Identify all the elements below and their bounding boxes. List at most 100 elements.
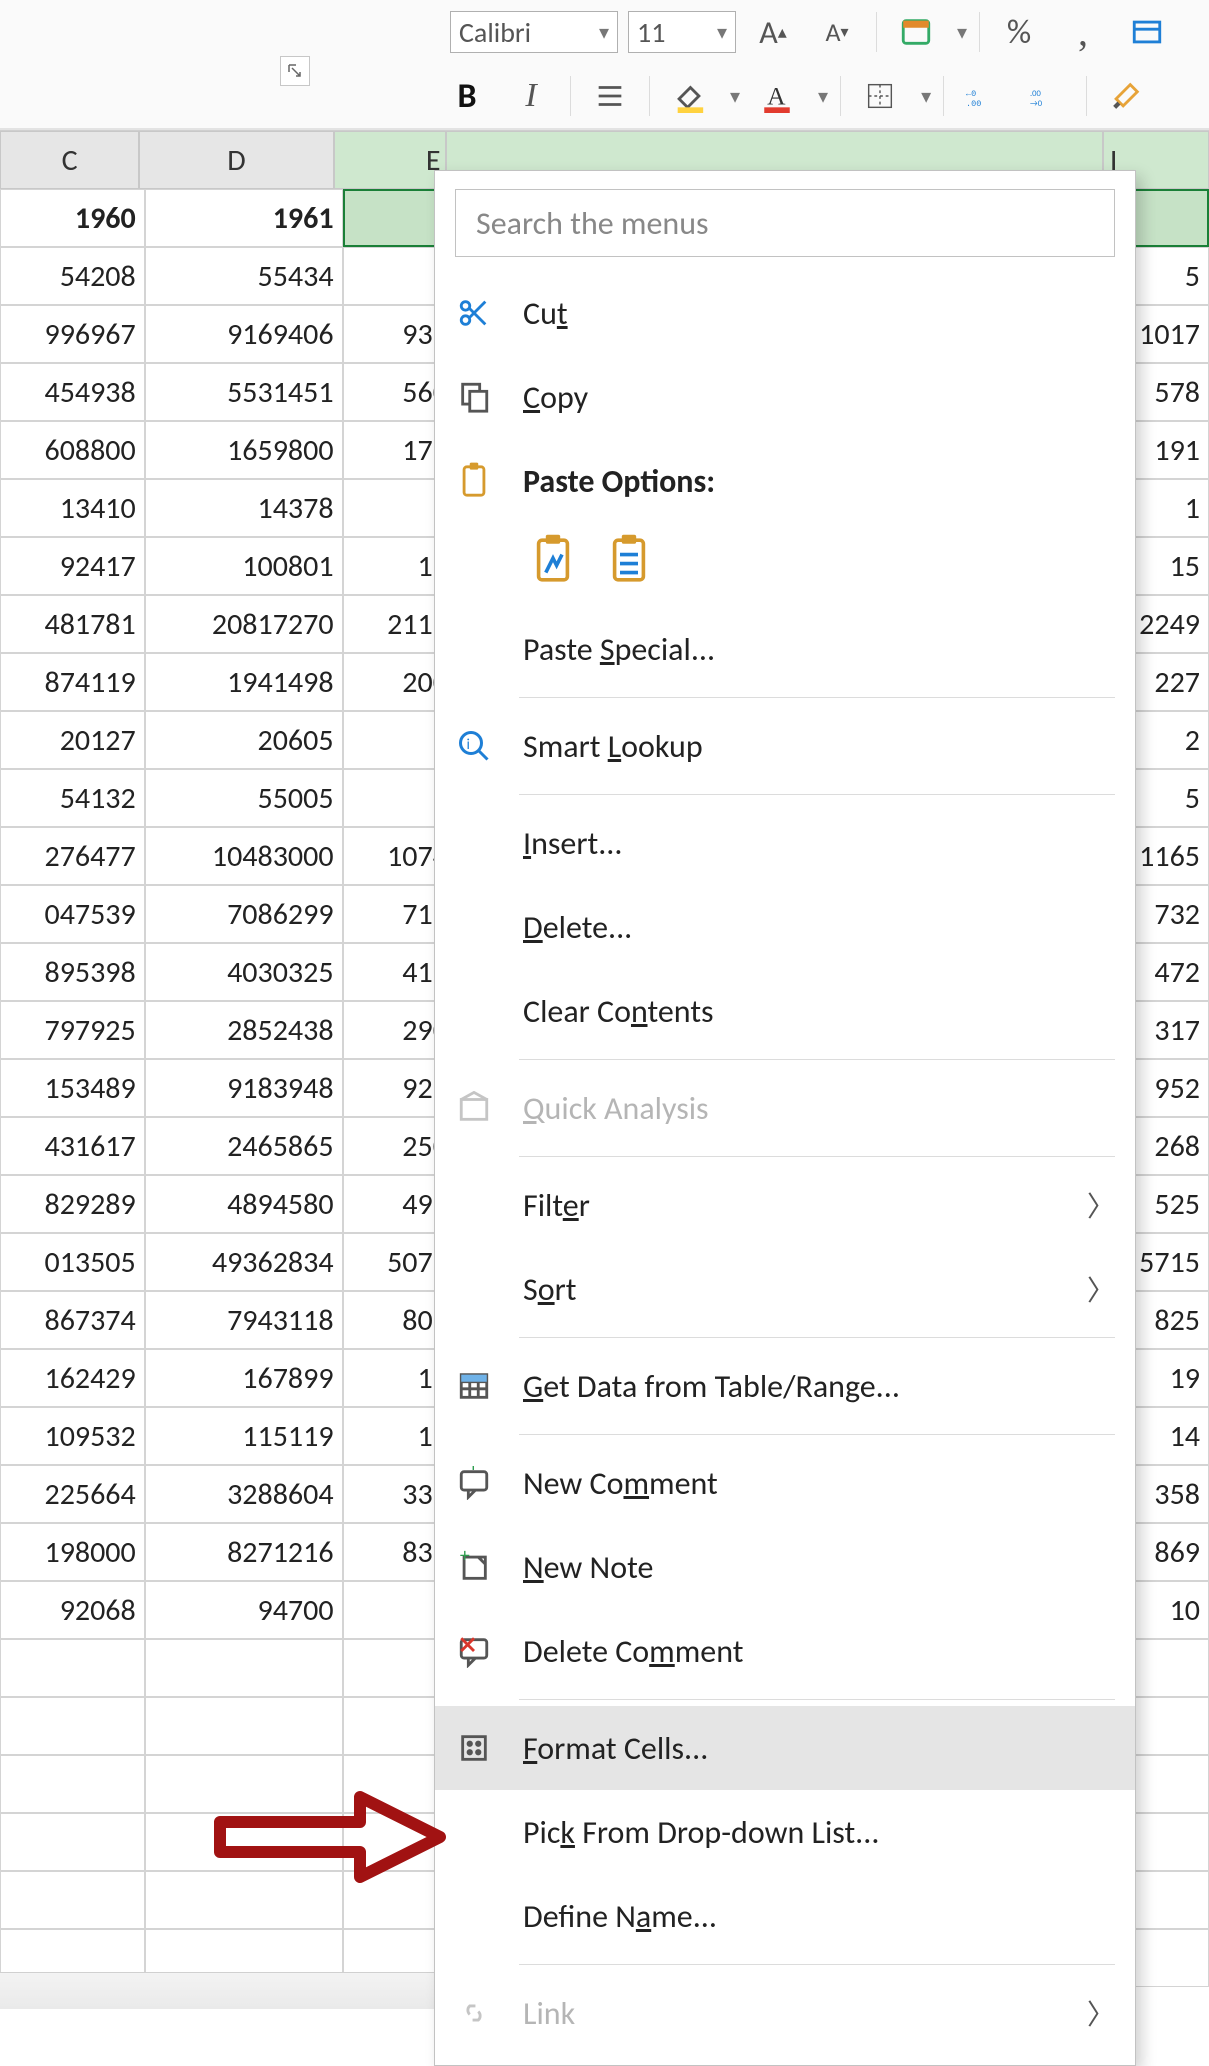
cell[interactable] (145, 1639, 343, 1697)
menu-get-data[interactable]: Get Data from Table/Range... (435, 1344, 1135, 1428)
font-name-combo[interactable]: Calibri ▾ (450, 11, 618, 53)
cell[interactable]: 2852438 (145, 1001, 343, 1059)
cell[interactable]: 20127 (0, 711, 145, 769)
cell[interactable]: 7943118 (145, 1291, 343, 1349)
cell[interactable]: 454938 (0, 363, 145, 421)
cell[interactable]: 225664 (0, 1465, 145, 1523)
cell[interactable]: 7086299 (145, 885, 343, 943)
cell[interactable]: 047539 (0, 885, 145, 943)
comma-format-icon[interactable]: , (1056, 9, 1110, 55)
cell[interactable]: 481781 (0, 595, 145, 653)
cell[interactable]: 2465865 (145, 1117, 343, 1175)
cell[interactable]: 1961 (145, 189, 343, 247)
cell[interactable]: 167899 (145, 1349, 343, 1407)
cell[interactable] (0, 1871, 145, 1929)
decrease-decimal-icon[interactable]: .00→0 (1020, 73, 1074, 119)
font-color-icon[interactable]: A (750, 73, 804, 119)
cell[interactable]: 92417 (0, 537, 145, 595)
menu-pick-list[interactable]: Pick From Drop-down List... (435, 1790, 1135, 1874)
cell[interactable]: 1960 (0, 189, 145, 247)
cell[interactable]: 874119 (0, 653, 145, 711)
cell[interactable]: 94700 (145, 1581, 343, 1639)
cell[interactable]: 100801 (145, 537, 343, 595)
cell[interactable] (0, 1639, 145, 1697)
cell[interactable]: 8271216 (145, 1523, 343, 1581)
cell[interactable] (0, 1755, 145, 1813)
cell[interactable]: 54132 (0, 769, 145, 827)
decrease-font-icon[interactable]: A▾ (810, 9, 864, 55)
increase-decimal-icon[interactable]: ←0.00 (956, 73, 1010, 119)
cell[interactable]: 55434 (145, 247, 343, 305)
menu-define-name[interactable]: Define Name... (435, 1874, 1135, 1958)
font-size-combo[interactable]: 11 ▾ (628, 11, 736, 53)
cell[interactable]: 829289 (0, 1175, 145, 1233)
increase-font-icon[interactable]: A▴ (746, 9, 800, 55)
menu-delete-comment[interactable]: Delete Comment (435, 1609, 1135, 1693)
cell[interactable]: 013505 (0, 1233, 145, 1291)
bold-button[interactable]: B (440, 73, 494, 119)
cell[interactable]: 867374 (0, 1291, 145, 1349)
menu-search-input[interactable]: Search the menus (455, 189, 1115, 257)
fill-color-icon[interactable] (662, 73, 716, 119)
cell[interactable]: 55005 (145, 769, 343, 827)
chevron-down-icon[interactable]: ▾ (917, 84, 931, 109)
cell[interactable]: 9183948 (145, 1059, 343, 1117)
cell[interactable]: 10483000 (145, 827, 343, 885)
menu-filter[interactable]: Filter 〉 (435, 1163, 1135, 1247)
cell[interactable] (0, 1813, 145, 1871)
borders-icon[interactable] (853, 73, 907, 119)
cell[interactable]: 996967 (0, 305, 145, 363)
cell[interactable]: 895398 (0, 943, 145, 1001)
cell[interactable]: 431617 (0, 1117, 145, 1175)
chevron-down-icon[interactable]: ▾ (814, 84, 828, 109)
cell[interactable]: 797925 (0, 1001, 145, 1059)
cell[interactable]: 1941498 (145, 653, 343, 711)
percent-format-icon[interactable]: % (992, 9, 1046, 55)
cell[interactable]: 9169406 (145, 305, 343, 363)
cell[interactable]: 4894580 (145, 1175, 343, 1233)
cell[interactable]: 5531451 (145, 363, 343, 421)
format-painter-icon[interactable] (1099, 73, 1153, 119)
menu-delete[interactable]: Delete... (435, 885, 1135, 969)
cell[interactable]: 54208 (0, 247, 145, 305)
cell[interactable]: 153489 (0, 1059, 145, 1117)
dialog-launcher-icon[interactable] (280, 56, 310, 86)
cell[interactable]: 276477 (0, 827, 145, 885)
col-header-C[interactable]: C (0, 131, 139, 189)
cell[interactable]: 4030325 (145, 943, 343, 1001)
cell[interactable]: 115119 (145, 1407, 343, 1465)
cell[interactable]: 198000 (0, 1523, 145, 1581)
accounting-format-icon[interactable] (1120, 9, 1174, 55)
cell[interactable]: 13410 (0, 479, 145, 537)
col-header-E[interactable]: E (334, 131, 446, 189)
menu-copy[interactable]: Copy (435, 355, 1135, 439)
cell[interactable] (0, 1697, 145, 1755)
cell[interactable]: 109532 (0, 1407, 145, 1465)
cell[interactable]: 92068 (0, 1581, 145, 1639)
paste-default-icon[interactable] (529, 531, 577, 589)
col-header-D[interactable]: D (139, 131, 333, 189)
menu-insert[interactable]: Insert... (435, 801, 1135, 885)
cell[interactable] (145, 1697, 343, 1755)
menu-clear-contents[interactable]: Clear Contents (435, 969, 1135, 1053)
chevron-down-icon[interactable]: ▾ (953, 20, 967, 45)
cell[interactable]: 3288604 (145, 1465, 343, 1523)
cell[interactable]: 49362834 (145, 1233, 343, 1291)
paste-values-icon[interactable] (605, 531, 653, 589)
conditional-formatting-icon[interactable] (889, 9, 943, 55)
menu-smart-lookup[interactable]: i Smart Lookup (435, 704, 1135, 788)
cell[interactable]: 20605 (145, 711, 343, 769)
menu-cut[interactable]: Cut (435, 271, 1135, 355)
italic-button[interactable]: I (504, 73, 558, 119)
cell[interactable]: 1659800 (145, 421, 343, 479)
menu-paste-special[interactable]: Paste Special... (435, 607, 1135, 691)
menu-format-cells[interactable]: Format Cells... (435, 1706, 1135, 1790)
menu-sort[interactable]: Sort 〉 (435, 1247, 1135, 1331)
cell[interactable]: 608800 (0, 421, 145, 479)
align-icon[interactable] (583, 73, 637, 119)
chevron-down-icon[interactable]: ▾ (726, 84, 740, 109)
menu-new-comment[interactable]: + New Comment (435, 1441, 1135, 1525)
cell[interactable]: 20817270 (145, 595, 343, 653)
cell[interactable]: 162429 (0, 1349, 145, 1407)
cell[interactable]: 14378 (145, 479, 343, 537)
